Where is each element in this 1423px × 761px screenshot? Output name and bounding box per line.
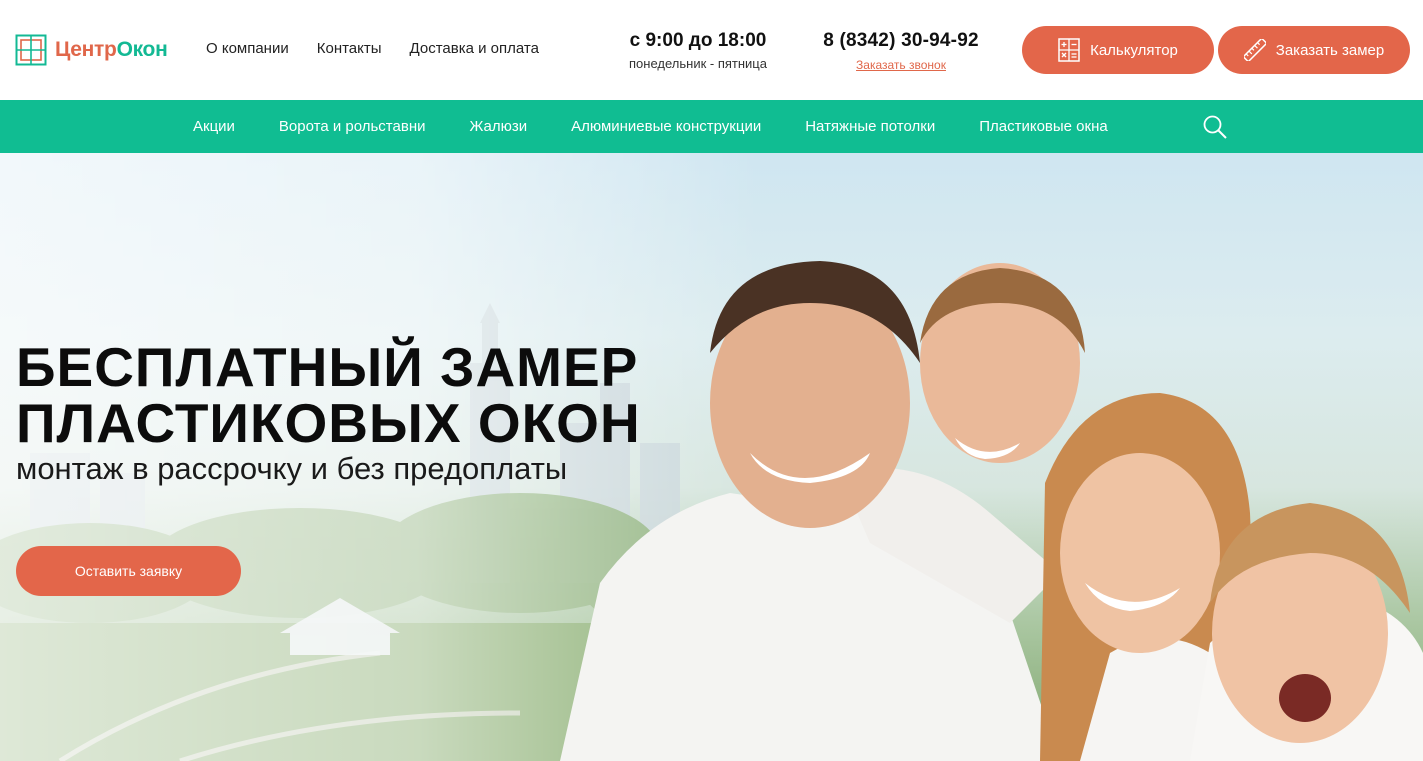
hero-subtitle: монтаж в рассрочку и без предоплаты: [16, 451, 568, 486]
working-hours-time: с 9:00 до 18:00: [629, 30, 767, 51]
top-nav: О компании Контакты Доставка и оплата: [206, 40, 567, 57]
hero-banner: БЕСПЛАТНЫЙ ЗАМЕР ПЛАСТИКОВЫХ ОКОН монтаж…: [0, 153, 1423, 761]
hero-title-line2: ПЛАСТИКОВЫХ ОКОН: [16, 392, 641, 454]
working-hours-days: понедельник - пятница: [629, 56, 767, 71]
calculator-button-label: Калькулятор: [1090, 41, 1178, 59]
submit-request-button[interactable]: Оставить заявку: [16, 546, 241, 596]
family-photo: [560, 261, 1423, 761]
site-header: ЦентрОкон О компании Контакты Доставка и…: [0, 0, 1423, 100]
menu-item-blinds[interactable]: Жалюзи: [469, 118, 527, 135]
top-nav-about[interactable]: О компании: [206, 40, 289, 57]
menu-item-plastic-windows[interactable]: Пластиковые окна: [979, 118, 1108, 135]
site-logo[interactable]: ЦентрОкон: [15, 33, 168, 67]
callback-link[interactable]: Заказать звонок: [856, 58, 946, 72]
logo-text-part1: Центр: [55, 38, 117, 61]
search-icon: [1203, 115, 1227, 139]
main-menu-items: Акции Ворота и рольставни Жалюзи Алюмини…: [193, 100, 1152, 153]
order-measure-button-label: Заказать замер: [1275, 41, 1385, 59]
window-icon: [15, 34, 47, 66]
calculator-icon: [1058, 38, 1080, 62]
main-menu: Акции Ворота и рольставни Жалюзи Алюмини…: [0, 100, 1423, 153]
order-measure-button[interactable]: Заказать замер: [1218, 26, 1410, 74]
ruler-icon: [1243, 39, 1266, 61]
top-nav-delivery[interactable]: Доставка и оплата: [410, 40, 539, 57]
calculator-button[interactable]: Калькулятор: [1022, 26, 1214, 74]
menu-item-gates[interactable]: Ворота и рольставни: [279, 118, 426, 135]
logo-text: ЦентрОкон: [55, 38, 168, 62]
working-hours: с 9:00 до 18:00 понедельник - пятница: [598, 30, 798, 71]
phone-block: 8 (8342) 30-94-92 Заказать звонок: [806, 30, 996, 74]
menu-item-promotions[interactable]: Акции: [193, 118, 235, 135]
logo-text-part2: Окон: [116, 38, 168, 61]
menu-item-ceilings[interactable]: Натяжные потолки: [805, 118, 935, 135]
hero-title: БЕСПЛАТНЫЙ ЗАМЕР ПЛАСТИКОВЫХ ОКОН: [16, 339, 641, 451]
search-button[interactable]: [1202, 114, 1228, 140]
phone-number[interactable]: 8 (8342) 30-94-92: [806, 30, 996, 52]
top-nav-contacts[interactable]: Контакты: [317, 40, 382, 57]
hero-title-line1: БЕСПЛАТНЫЙ ЗАМЕР: [16, 336, 639, 398]
menu-item-aluminium[interactable]: Алюминиевые конструкции: [571, 118, 761, 135]
